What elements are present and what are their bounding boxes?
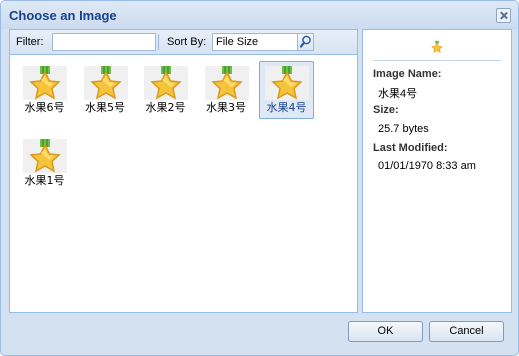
image-thumbnail-label: 水果4号: [266, 101, 307, 114]
toolbar-separator: [158, 34, 159, 50]
size-label: Size:: [373, 104, 399, 116]
star-medal-icon: [429, 38, 445, 59]
image-name-label: Image Name:: [373, 68, 442, 80]
image-thumbnail[interactable]: 水果2号: [138, 61, 193, 119]
browser-toolbar: Filter: Sort By: File Size: [10, 30, 357, 55]
choose-image-dialog: Choose an Image Filter: Sort By: File Si…: [0, 0, 519, 356]
search-icon[interactable]: [297, 33, 314, 51]
star-medal-icon: [83, 66, 128, 100]
ok-button[interactable]: OK: [348, 321, 423, 342]
last-modified-label: Last Modified:: [373, 142, 448, 154]
image-thumbnail[interactable]: 水果4号: [259, 61, 314, 119]
dialog-titlebar[interactable]: Choose an Image: [1, 1, 518, 29]
image-browser-panel: Filter: Sort By: File Size 水果6号 水果5号 水果2号水…: [9, 29, 358, 313]
filter-input[interactable]: [52, 33, 156, 51]
image-thumbnail[interactable]: 水果5号: [78, 61, 133, 119]
filter-label: Filter:: [16, 36, 44, 48]
image-name-value: 水果4号: [378, 88, 418, 100]
sort-by-label: Sort By:: [167, 36, 207, 48]
size-value: 25.7 bytes: [378, 123, 429, 135]
image-thumbnail[interactable]: 水果1号: [17, 134, 72, 192]
image-thumbnail-label: 水果2号: [145, 101, 186, 114]
image-thumbnail[interactable]: 水果3号: [199, 61, 254, 119]
star-medal-icon: [204, 66, 249, 100]
close-icon[interactable]: [496, 8, 511, 23]
details-divider: [373, 60, 501, 61]
image-details-panel: Image Name: 水果4号 Size: 25.7 bytes Last M…: [362, 29, 512, 313]
last-modified-value: 01/01/1970 8:33 am: [378, 160, 476, 172]
cancel-button[interactable]: Cancel: [429, 321, 504, 342]
star-medal-icon: [23, 66, 67, 100]
star-medal-icon: [265, 66, 309, 100]
image-thumbnail-label: 水果3号: [206, 101, 246, 114]
image-thumbnail-label: 水果6号: [24, 101, 65, 114]
image-thumbnail-label: 水果5号: [85, 101, 125, 114]
star-medal-icon: [144, 66, 188, 100]
sort-by-select[interactable]: File Size: [212, 33, 302, 51]
star-medal-icon: [23, 139, 67, 173]
image-thumbnail[interactable]: 水果6号: [17, 61, 72, 119]
image-thumbnail-label: 水果1号: [24, 174, 65, 187]
dialog-title: Choose an Image: [9, 8, 117, 23]
